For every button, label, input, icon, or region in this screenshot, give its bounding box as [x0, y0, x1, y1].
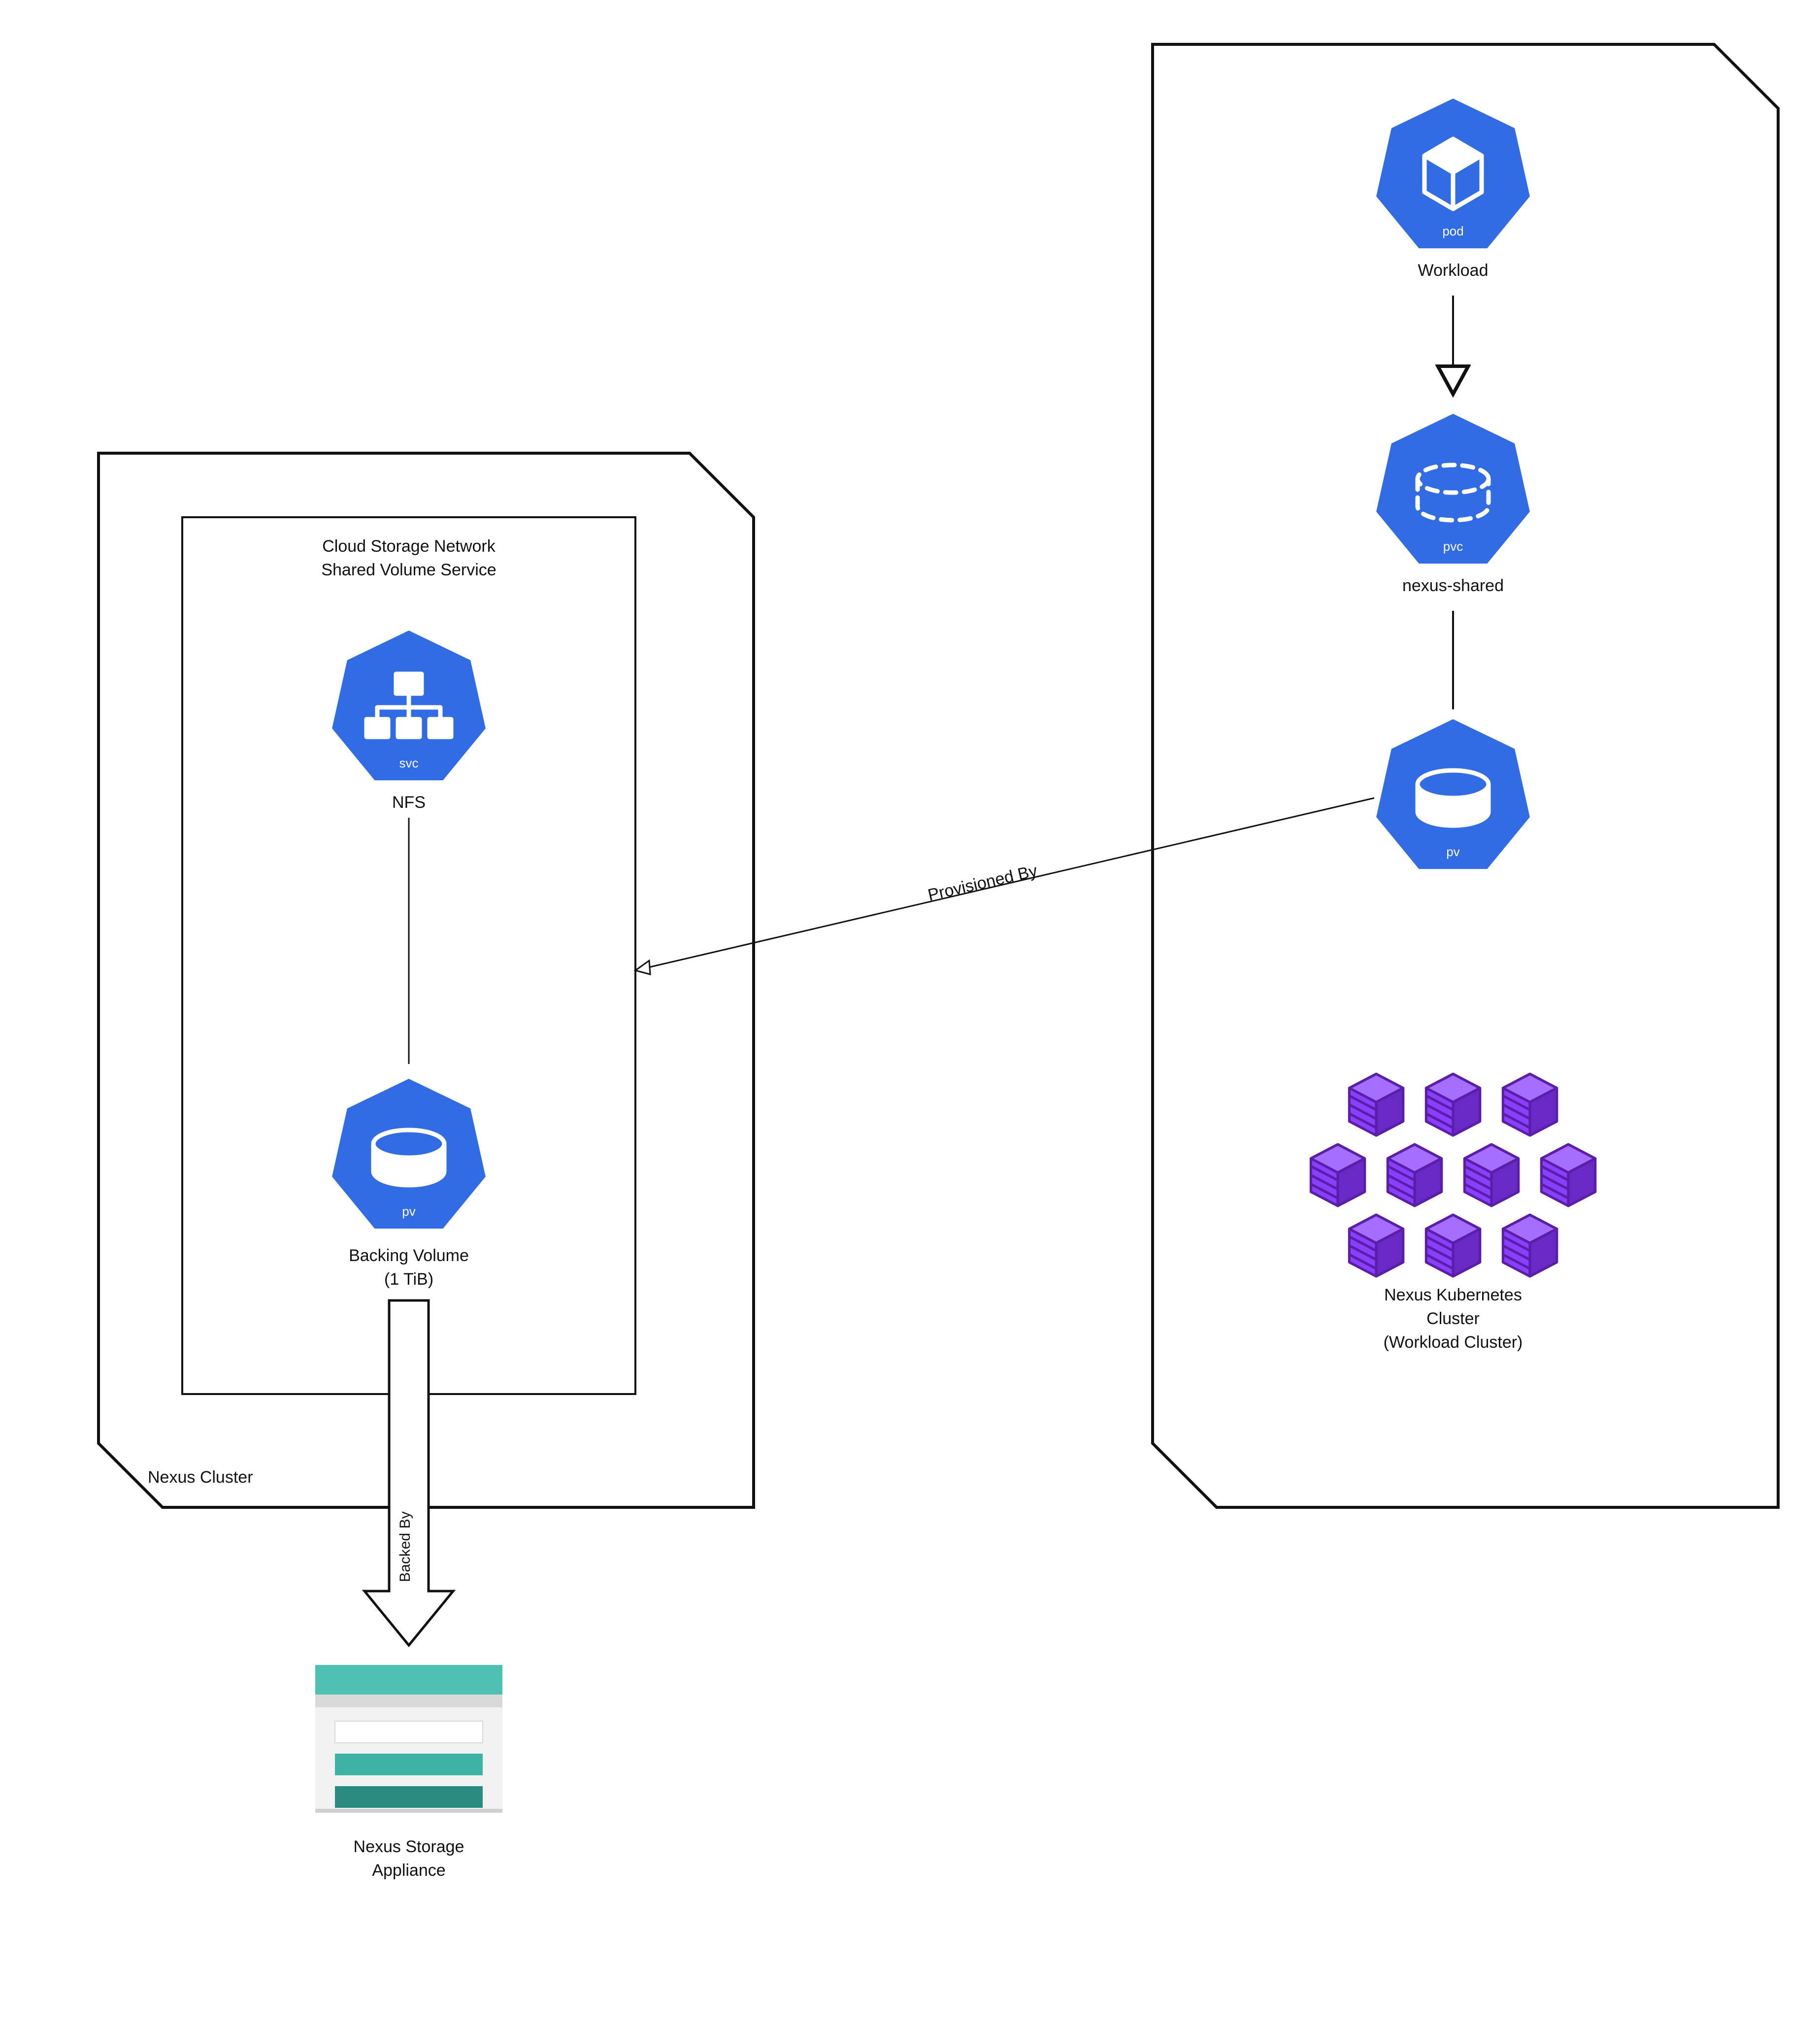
backed-by-label: Backed By [397, 1511, 413, 1582]
pvc-caption: nexus-shared [1402, 576, 1504, 595]
pv-backing-tag: pv [402, 1204, 415, 1219]
cluster-caption-2: Cluster [1426, 1309, 1480, 1328]
inner-title-2: Shared Volume Service [321, 561, 496, 579]
cluster-caption-3: (Workload Cluster) [1384, 1333, 1523, 1352]
svc-tag: svc [399, 756, 419, 770]
cluster-caption-1: Nexus Kubernetes [1384, 1286, 1522, 1304]
pv-right-icon: pv [1376, 719, 1530, 869]
pod-icon: pod [1376, 99, 1530, 248]
pvc-tag: pvc [1443, 539, 1463, 554]
nexus-cluster-label: Nexus Cluster [148, 1468, 253, 1487]
pv-backing-icon: pv [332, 1079, 486, 1229]
pv-backing-caption-1: Backing Volume [349, 1246, 469, 1265]
svc-icon: svc [332, 631, 486, 780]
backed-by-arrow: Backed By [364, 1300, 453, 1645]
kubernetes-nodes-icon [1311, 1074, 1595, 1276]
pvc-icon: pvc [1376, 414, 1530, 564]
pv-right-tag: pv [1446, 844, 1459, 859]
pod-caption: Workload [1418, 261, 1489, 280]
provisioned-by-label: Provisioned By [926, 862, 1039, 905]
svc-caption: NFS [392, 793, 426, 812]
storage-caption-1: Nexus Storage [354, 1837, 464, 1856]
inner-title-1: Cloud Storage Network [322, 537, 496, 556]
pod-tag: pod [1442, 224, 1463, 238]
pv-backing-caption-2: (1 TiB) [384, 1270, 433, 1289]
storage-caption-2: Appliance [372, 1861, 445, 1880]
diagram-canvas: pod Workload pvc nexus-shared pv [0, 0, 1820, 2027]
provisioned-by-link: Provisioned By [635, 798, 1374, 974]
storage-appliance-icon [315, 1665, 502, 1813]
